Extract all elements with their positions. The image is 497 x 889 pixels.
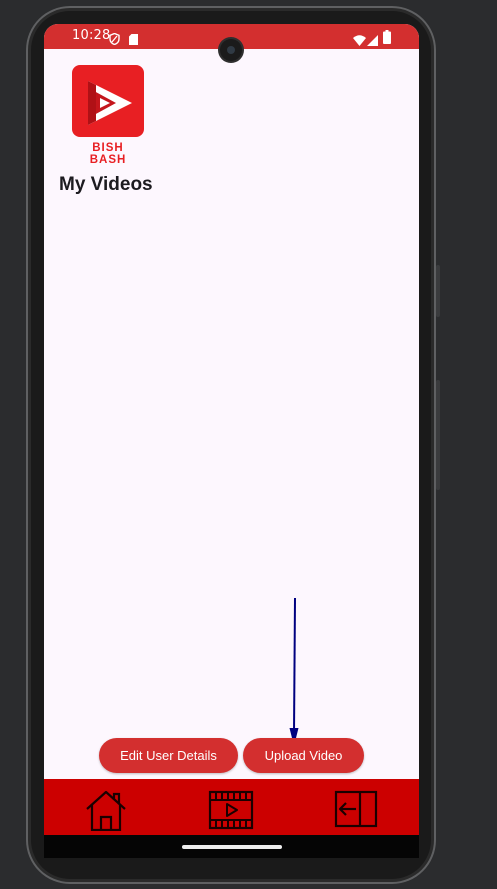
video-film-icon	[208, 790, 254, 830]
logo-text: BISH BASH	[89, 142, 127, 166]
phone-side-button	[436, 265, 440, 317]
status-time: 10:28	[72, 28, 111, 43]
nav-home-button[interactable]	[84, 789, 128, 835]
sd-card-icon	[129, 30, 138, 49]
edit-user-details-button[interactable]: Edit User Details	[99, 738, 238, 773]
gesture-home-handle[interactable]	[182, 845, 282, 849]
system-navigation-bar	[44, 835, 419, 858]
app-logo	[72, 65, 144, 137]
nav-logout-button[interactable]	[334, 789, 378, 833]
phone-side-button	[436, 380, 440, 490]
front-camera	[220, 39, 242, 61]
battery-icon	[383, 29, 391, 48]
logout-icon	[334, 790, 378, 828]
home-icon	[86, 790, 126, 832]
signal-icon	[367, 31, 378, 50]
nav-videos-button[interactable]	[208, 789, 254, 835]
play-icon	[88, 81, 132, 125]
annotation-arrow	[289, 598, 299, 746]
page-title: My Videos	[59, 174, 153, 195]
app-screen: 10:28 BISH BASH My Videos Edit User Deta…	[44, 24, 419, 858]
bottom-navigation	[44, 779, 419, 835]
wifi-icon	[353, 31, 366, 50]
upload-video-button[interactable]: Upload Video	[243, 738, 364, 773]
shield-icon	[109, 30, 120, 49]
